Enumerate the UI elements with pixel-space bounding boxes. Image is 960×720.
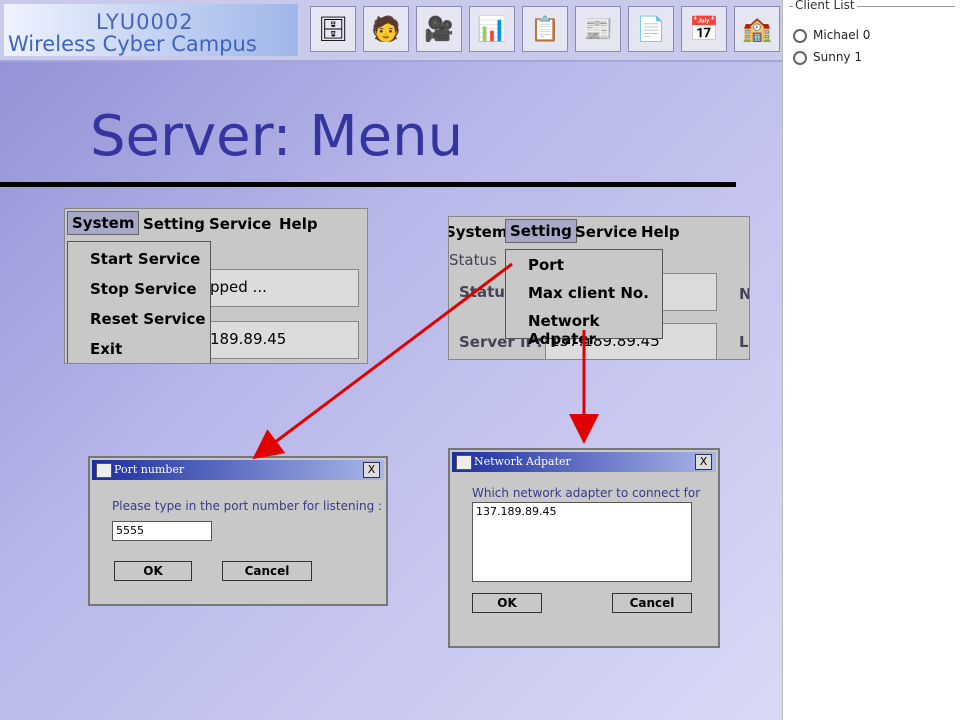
client-name: Sunny 1 <box>813 50 862 64</box>
client-gear-icon <box>793 28 807 43</box>
slide: LYU0002 Wireless Cyber Campus 🗄 🧑 🎥 📊 📋 … <box>0 0 782 720</box>
client-gear-icon <box>793 50 807 65</box>
client-list-item[interactable]: Michael 0 <box>793 28 870 43</box>
client-list-panel: Client List Michael 0 Sunny 1 <box>782 0 960 720</box>
client-list-title: Client List <box>793 0 857 12</box>
client-name: Michael 0 <box>813 28 871 42</box>
client-list-item[interactable]: Sunny 1 <box>793 50 862 65</box>
annotation-arrows <box>252 262 599 460</box>
arrow-to-port-dialog <box>252 262 513 460</box>
client-list-header: Client List <box>789 0 955 21</box>
